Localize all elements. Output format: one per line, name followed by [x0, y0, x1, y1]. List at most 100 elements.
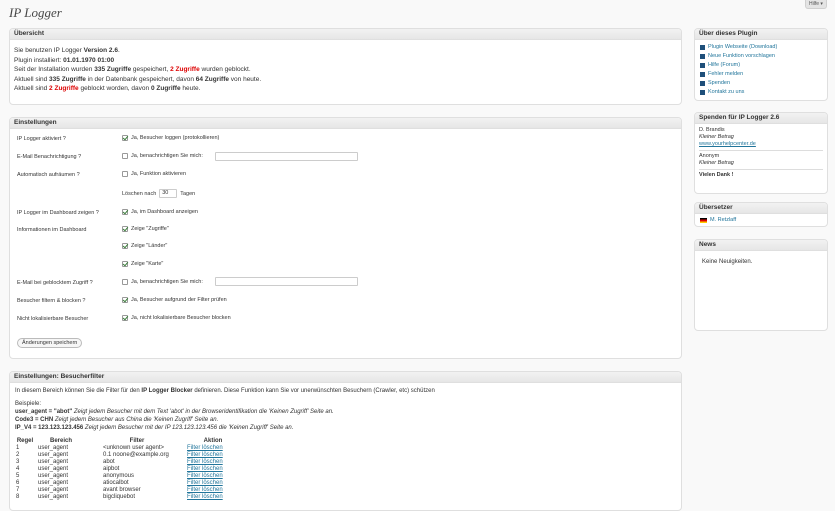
rule-filter: bigcliquebot	[103, 494, 136, 500]
table-row: 4 user_agent aipbot Filter löschen	[15, 466, 239, 473]
donate-title: Spenden für IP Logger 2.6	[695, 113, 827, 124]
option-email-notify[interactable]: Ja, benachrichtigen Sie mich:	[122, 153, 203, 159]
delete-filter-link[interactable]: Filter löschen	[187, 459, 239, 466]
delete-filter-link[interactable]: Filter löschen	[187, 494, 239, 501]
option-show-hits[interactable]: Zeige "Zugriffe"	[122, 226, 169, 232]
donor-1-name: D. Brandis	[699, 127, 725, 133]
checkbox-logger-active[interactable]	[122, 135, 128, 141]
checkbox-dashboard-show[interactable]	[122, 209, 128, 215]
link-report-bug[interactable]: Fehler melden	[700, 70, 822, 79]
rule-area: user_agent	[38, 459, 69, 465]
overview-title: Übersicht	[10, 29, 681, 40]
news-title: News	[695, 240, 827, 251]
donor-2-amount: Kleiner Betrag	[699, 160, 734, 166]
delete-filter-link[interactable]: Filter löschen	[187, 466, 239, 473]
donor-1-link[interactable]: www.yourhelpcenter.de	[699, 141, 823, 148]
overview-box: Übersicht Sie benutzen IP Logger Version…	[9, 28, 682, 105]
delete-filter-link[interactable]: Filter löschen	[187, 480, 239, 487]
table-row: 7 user_agent avant browser Filter löschen	[15, 487, 239, 494]
label-auto-clean: Automatisch aufräumen ?	[17, 172, 80, 178]
wordpress-icon	[700, 90, 705, 95]
rule-area: user_agent	[38, 480, 69, 486]
rule-filter: 0.1 noone@example.org	[103, 452, 169, 458]
checkbox-show-hits[interactable]	[122, 226, 128, 232]
rule-number: 5	[16, 473, 20, 479]
option-show-countries[interactable]: Zeige "Länder"	[122, 243, 167, 249]
rule-area: user_agent	[38, 487, 69, 493]
checkbox-email-notify[interactable]	[122, 153, 128, 159]
donate-box: Spenden für IP Logger 2.6 D. Brandis Kle…	[694, 112, 828, 194]
save-changes-button[interactable]: Änderungen speichern	[17, 338, 83, 348]
rule-area: user_agent	[38, 494, 69, 500]
delete-filter-link[interactable]: Filter löschen	[187, 487, 239, 494]
rule-area: user_agent	[38, 473, 69, 479]
delete-after-row: Löschen nach 30 Tagen	[122, 189, 196, 198]
rule-area: user_agent	[38, 466, 69, 472]
rule-filter: atiocalbot	[103, 480, 129, 486]
filter-rules-header: Regel Bereich Filter Aktion	[16, 438, 223, 444]
checkbox-auto-clean[interactable]	[122, 171, 128, 177]
checkbox-nonlocatable[interactable]	[122, 315, 128, 321]
delete-filter-link[interactable]: Filter löschen	[187, 445, 239, 452]
delete-filter-link[interactable]: Filter löschen	[187, 473, 239, 480]
news-text: Keine Neuigkeiten.	[702, 259, 753, 265]
donor-1-amount: Kleiner Betrag	[699, 134, 734, 140]
option-filter-visitors[interactable]: Ja, Besucher aufgrund der Filter prüfen	[122, 297, 227, 303]
checkbox-filter-visitors[interactable]	[122, 297, 128, 303]
filter-examples-label: Beispiele:	[15, 400, 42, 407]
option-logger-active[interactable]: Ja, Besucher loggen (protokollieren)	[122, 135, 219, 141]
option-nonlocatable[interactable]: Ja, nicht lokalisierbare Besucher blocke…	[122, 315, 231, 321]
overview-blocked-line: Aktuell sind 2 Zugriffe geblockt worden,…	[14, 85, 201, 92]
wordpress-icon	[700, 63, 705, 68]
rule-number: 8	[16, 494, 20, 500]
donor-2-name: Anonym	[699, 153, 720, 159]
table-row: 8 user_agent bigcliquebot Filter löschen	[15, 494, 239, 501]
help-button[interactable]: Hilfe ▾	[805, 0, 827, 9]
wordpress-icon	[700, 45, 705, 50]
overview-db-line: Aktuell sind 335 Zugriffe in der Datenba…	[14, 75, 262, 83]
rule-area: user_agent	[38, 445, 69, 451]
table-row: 1 user_agent <unknown user agent> Filter lö…	[15, 445, 239, 452]
option-blocked-email[interactable]: Ja, benachrichtigen Sie mich:	[122, 279, 203, 285]
translator-link[interactable]: M. Retzlaff	[700, 216, 822, 225]
email-notify-input[interactable]	[215, 152, 358, 161]
rule-number: 3	[16, 459, 20, 465]
option-auto-clean[interactable]: Ja, Funktion aktivieren	[122, 171, 186, 177]
filter-title: Einstellungen: Besucherfilter	[10, 372, 681, 383]
checkbox-show-map[interactable]	[122, 261, 128, 267]
label-dashboard-show: IP Logger im Dashboard zeigen ?	[17, 210, 99, 216]
option-show-map[interactable]: Zeige "Karte"	[122, 261, 163, 267]
rule-filter: abot	[103, 459, 115, 465]
option-dashboard-show[interactable]: Ja, im Dashboard anzeigen	[122, 209, 198, 215]
news-box: News Keine Neuigkeiten.	[694, 239, 828, 331]
filter-intro: In diesem Bereich können Sie die Filter …	[15, 388, 435, 394]
delete-days-input[interactable]: 30	[159, 189, 178, 198]
checkbox-show-countries[interactable]	[122, 243, 128, 249]
blocked-email-input[interactable]	[215, 277, 358, 286]
link-suggest-feature[interactable]: Neue Funktion vorschlagen	[700, 52, 822, 61]
rule-filter: avant browser	[103, 487, 141, 493]
table-row: 5 user_agent anonymous Filter löschen	[15, 473, 239, 480]
about-plugin-title: Über dieses Plugin	[695, 29, 827, 40]
wordpress-icon	[700, 72, 705, 77]
link-help-forum[interactable]: Hilfe (Forum)	[700, 61, 822, 70]
label-filter-visitors: Besucher filtern & blocken ?	[17, 298, 86, 304]
filter-rules-table: Regel Bereich Filter Aktion 1 user_agent <…	[15, 438, 239, 501]
delete-filter-link[interactable]: Filter löschen	[187, 452, 239, 459]
wordpress-icon	[700, 81, 705, 86]
page-title: IP Logger	[9, 5, 62, 20]
link-contact[interactable]: Kontakt zu uns	[700, 88, 822, 97]
rule-number: 1	[16, 445, 20, 451]
rule-filter: anonymous	[103, 473, 135, 479]
overview-install-line: Plugin installiert: 01.01.1970 01:00	[14, 56, 115, 64]
checkbox-blocked-email[interactable]	[122, 279, 128, 285]
donate-thanks: Vielen Dank !	[699, 172, 734, 178]
link-plugin-website[interactable]: Plugin Webseite (Download)	[700, 43, 822, 52]
label-email-notify: E-Mail Benachrichtigung ?	[17, 154, 82, 160]
about-plugin-box: Über dieses Plugin Plugin Webseite (Down…	[694, 28, 828, 101]
label-nonlocatable: Nicht lokalisierbare Besucher	[17, 316, 89, 322]
rule-number: 6	[16, 480, 20, 486]
table-row: 6 user_agent atiocalbot Filter löschen	[15, 480, 239, 487]
link-donate[interactable]: Spenden	[700, 79, 822, 88]
table-row: 2 user_agent 0.1 noone@example.org Filter l…	[15, 452, 239, 459]
